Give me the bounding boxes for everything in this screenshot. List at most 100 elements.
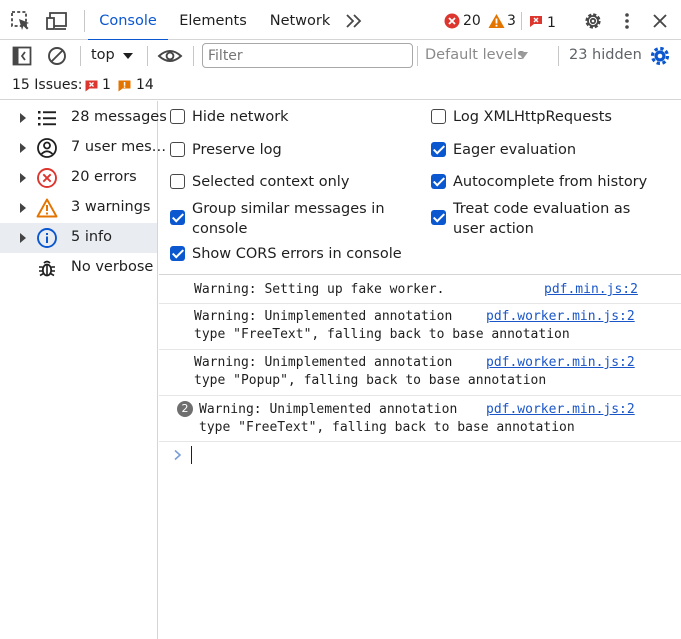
message-source-link[interactable]: pdf.min.js:2 [544, 281, 638, 299]
console-message: Warning: Unimplemented annotation type "… [159, 304, 681, 349]
sidebar-item-label: 7 user mes… [71, 139, 167, 155]
treat-eval-user-action-label: Treat code evaluation as user action [453, 201, 631, 237]
issues-count: 1 [547, 15, 556, 31]
message-text: Warning: Unimplemented annotation [194, 309, 453, 324]
log-xhr-checkbox[interactable] [431, 109, 446, 124]
user-icon [37, 138, 57, 158]
context-selector-label: top [91, 47, 115, 63]
show-cors-errors-label: Show CORS errors in console [192, 246, 402, 262]
expand-caret-icon[interactable] [20, 203, 26, 213]
log-levels-dropdown[interactable]: Default levels [422, 44, 534, 68]
error-count-button[interactable]: 20 [442, 10, 484, 32]
warning-icon [488, 14, 505, 28]
sidebar-item-label: 28 messages [71, 109, 167, 125]
sidebar-item-errors[interactable]: 20 errors [0, 163, 157, 193]
warning-count: 3 [507, 13, 516, 29]
message-text: Warning: Unimplemented annotation [199, 402, 458, 417]
log-xhr-label: Log XMLHttpRequests [453, 109, 612, 125]
sidebar-toggle-icon[interactable] [11, 45, 33, 67]
sidebar-item-warnings[interactable]: 3 warnings [0, 193, 157, 223]
eager-evaluation-label: Eager evaluation [453, 142, 577, 158]
message-text-continued: type "Popup", falling back to base annot… [194, 373, 547, 388]
group-similar-checkbox[interactable] [170, 210, 185, 225]
text-cursor [191, 446, 192, 464]
preserve-log-checkbox[interactable] [170, 142, 185, 157]
expand-caret-icon[interactable] [20, 143, 26, 153]
message-text-continued: type "FreeText", falling back to base an… [194, 327, 570, 342]
issue-flag-icon [530, 16, 542, 27]
console-messages: Warning: Setting up fake worker. pdf.min… [159, 275, 681, 639]
message-source-link[interactable]: pdf.worker.min.js:2 [486, 308, 635, 326]
tab-network[interactable]: Network [260, 0, 340, 40]
error-icon [444, 13, 460, 29]
inspect-element-icon[interactable] [10, 10, 32, 32]
treat-eval-user-action-checkbox[interactable] [431, 210, 446, 225]
error-count: 20 [463, 13, 481, 29]
repeat-count: 2 [181, 402, 189, 415]
devtools-tab-bar: Console Elements Network 20 3 1 [0, 0, 681, 41]
console-settings-panel: Hide network Preserve log Selected conte… [159, 101, 681, 274]
prompt-chevron-icon [174, 449, 182, 461]
context-selector[interactable]: top [86, 44, 140, 68]
message-text-continued: type "FreeText", falling back to base an… [199, 420, 575, 435]
sidebar-item-user-messages[interactable]: 7 user mes… [0, 133, 166, 163]
console-sidebar: 28 messages 7 user mes… 20 errors 3 warn… [0, 101, 167, 639]
group-similar-label: Group similar messages in console [192, 201, 385, 237]
issue-warning-icon [118, 80, 131, 92]
sidebar-item-label: 5 info [71, 229, 113, 245]
list-icon [38, 111, 56, 126]
hidden-count: 23 hidden [569, 47, 642, 63]
settings-gear-icon[interactable] [582, 10, 604, 32]
issues-warning-count: 14 [136, 77, 154, 93]
clear-console-icon[interactable] [46, 45, 68, 67]
error-icon [37, 168, 57, 188]
issue-error-icon [85, 80, 98, 92]
info-icon [37, 228, 57, 248]
expand-caret-icon[interactable] [20, 233, 26, 243]
selected-context-only-label: Selected context only [192, 174, 350, 190]
close-devtools-icon[interactable] [650, 11, 670, 31]
message-source-link[interactable]: pdf.worker.min.js:2 [486, 401, 635, 419]
sidebar-item-messages[interactable]: 28 messages [0, 103, 167, 133]
more-options-icon[interactable] [617, 11, 637, 31]
warning-icon [36, 198, 58, 218]
autocomplete-history-checkbox[interactable] [431, 174, 446, 189]
message-text: Warning: Setting up fake worker. [194, 282, 445, 297]
issues-count-button[interactable]: 1 [526, 10, 560, 32]
issues-error-count: 1 [102, 77, 111, 93]
sidebar-item-label: 20 errors [71, 169, 137, 185]
eager-evaluation-checkbox[interactable] [431, 142, 446, 157]
autocomplete-history-label: Autocomplete from history [453, 174, 648, 190]
sidebar-item-info[interactable]: 5 info [0, 223, 157, 253]
selected-context-only-checkbox[interactable] [170, 174, 185, 189]
preserve-log-label: Preserve log [192, 142, 282, 158]
tab-elements[interactable]: Elements [170, 0, 256, 40]
sidebar-item-label: No verbose [71, 259, 154, 275]
hide-network-checkbox[interactable] [170, 109, 185, 124]
bug-icon [39, 260, 55, 277]
console-message: 2 Warning: Unimplemented annotation type… [159, 396, 681, 441]
console-message: Warning: Setting up fake worker. pdf.min… [159, 275, 681, 303]
expand-caret-icon[interactable] [20, 113, 26, 123]
sidebar-item-label: 3 warnings [71, 199, 151, 215]
filter-input[interactable] [202, 43, 413, 68]
live-expression-eye-icon[interactable] [157, 46, 183, 66]
expand-caret-icon[interactable] [20, 173, 26, 183]
show-cors-errors-checkbox[interactable] [170, 246, 185, 261]
console-prompt[interactable] [159, 442, 681, 470]
chevron-down-icon [518, 52, 528, 59]
issues-bar[interactable]: 15 Issues: 1 14 [0, 72, 681, 100]
log-levels-label: Default levels [425, 47, 525, 63]
repeat-count-badge: 2 [177, 401, 193, 417]
device-toolbar-icon[interactable] [45, 10, 69, 32]
more-tabs-icon[interactable] [344, 12, 364, 30]
message-text: Warning: Unimplemented annotation [194, 355, 453, 370]
console-settings-gear-icon[interactable] [649, 45, 671, 67]
message-source-link[interactable]: pdf.worker.min.js:2 [486, 354, 635, 372]
issues-label: 15 Issues: [12, 77, 83, 93]
sidebar-item-verbose[interactable]: No verbose [0, 253, 157, 283]
console-message: Warning: Unimplemented annotation type "… [159, 350, 681, 395]
warning-count-button[interactable]: 3 [486, 10, 520, 32]
chevron-down-icon [123, 53, 133, 59]
tab-console[interactable]: Console [88, 0, 168, 41]
